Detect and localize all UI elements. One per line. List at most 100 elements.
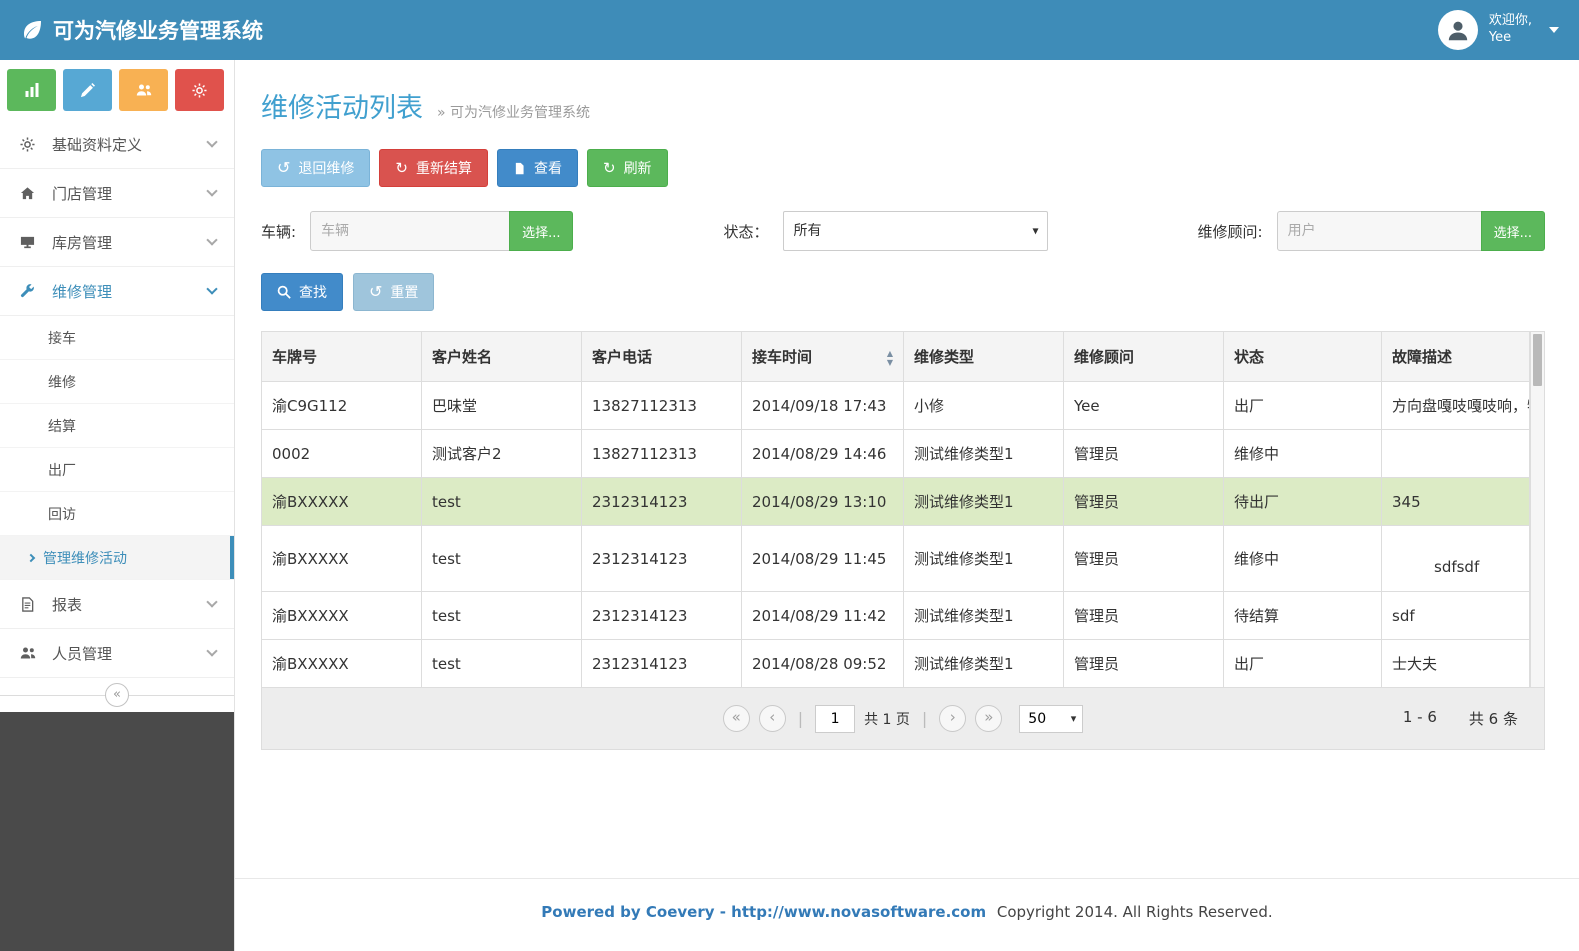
table-cell: 2312314123 xyxy=(582,640,742,688)
view-button[interactable]: 查看 xyxy=(497,149,578,187)
next-page-button[interactable]: › xyxy=(939,705,966,732)
table-cell: 管理员 xyxy=(1064,640,1224,688)
subitem-label: 回访 xyxy=(48,504,76,524)
sidebar-subitem-receive[interactable]: 接车 xyxy=(0,316,234,360)
table-row-selected[interactable]: 渝BXXXXX test 2312314123 2014/08/29 13:10… xyxy=(262,478,1530,526)
sidebar-item-warehouse[interactable]: 库房管理 xyxy=(0,218,234,267)
chevron-down-icon xyxy=(206,136,217,147)
button-label: 刷新 xyxy=(624,158,652,178)
first-page-button[interactable]: « xyxy=(723,705,750,732)
column-label: 客户姓名 xyxy=(432,348,492,366)
gear-icon xyxy=(192,83,207,98)
status-select[interactable]: 所有 xyxy=(783,211,1048,251)
table-cell: test xyxy=(422,640,582,688)
table-row[interactable]: 渝BXXXXX test 2312314123 2014/08/28 09:52… xyxy=(262,640,1530,688)
avatar[interactable] xyxy=(1438,10,1478,50)
sidebar-item-reports[interactable]: 报表 xyxy=(0,580,234,629)
table-cell: 测试维修类型1 xyxy=(904,592,1064,640)
pager-separator: | xyxy=(922,709,927,728)
table-cell: sdfsdf xyxy=(1382,526,1530,592)
prev-page-button[interactable]: ‹ xyxy=(759,705,786,732)
table-row[interactable]: 0002 测试客户2 13827112313 2014/08/29 14:46 … xyxy=(262,430,1530,478)
sidebar-subitem-repair[interactable]: 维修 xyxy=(0,360,234,404)
advisor-label: 维修顾问: xyxy=(1198,221,1263,242)
scrollbar-thumb[interactable] xyxy=(1533,334,1542,386)
page-size-select[interactable]: 50 xyxy=(1019,705,1083,733)
subitem-label: 管理维修活动 xyxy=(43,548,127,568)
quick-button-edit[interactable] xyxy=(63,69,112,111)
sidebar-item-stores[interactable]: 门店管理 xyxy=(0,169,234,218)
repair-submenu: 接车 维修 结算 出厂 回访 管理维修活动 xyxy=(0,316,234,580)
table-cell: 测试维修类型1 xyxy=(904,478,1064,526)
home-icon xyxy=(20,186,39,201)
vehicle-input[interactable] xyxy=(310,211,510,251)
table-cell: test xyxy=(422,592,582,640)
advisor-select-button[interactable]: 选择... xyxy=(1481,211,1545,251)
sidebar-subitem-settle[interactable]: 结算 xyxy=(0,404,234,448)
quick-button-users[interactable] xyxy=(119,69,168,111)
username: Yee xyxy=(1489,30,1532,47)
table-cell: 出厂 xyxy=(1224,382,1382,430)
column-header-repair-type[interactable]: 维修类型 xyxy=(904,332,1064,382)
table-cell: 测试客户2 xyxy=(422,430,582,478)
column-label: 状态 xyxy=(1234,348,1264,366)
column-header-status[interactable]: 状态 xyxy=(1224,332,1382,382)
last-page-button[interactable]: » xyxy=(975,705,1002,732)
table-cell: 方向盘嘎吱嘎吱响，特 xyxy=(1382,382,1530,430)
find-button[interactable]: 查找 xyxy=(261,273,343,311)
return-repair-button[interactable]: 退回维修 xyxy=(261,149,370,187)
users-icon xyxy=(20,645,39,661)
refresh-button[interactable]: 刷新 xyxy=(587,149,668,187)
sidebar-item-basic-data[interactable]: 基础资料定义 xyxy=(0,120,234,169)
table-cell: 渝BXXXXX xyxy=(262,478,422,526)
button-label: 查找 xyxy=(299,282,327,302)
repair-activities-table: 车牌号 客户姓名 客户电话 接车时间 维修类型 维修顾问 xyxy=(261,331,1530,688)
table-cell: 渝BXXXXX xyxy=(262,526,422,592)
resettle-button[interactable]: 重新结算 xyxy=(379,149,488,187)
quick-button-settings[interactable] xyxy=(175,69,224,111)
table-cell: 2014/08/29 11:45 xyxy=(742,526,904,592)
column-header-customer-name[interactable]: 客户姓名 xyxy=(422,332,582,382)
sidebar-collapse-button[interactable]: « xyxy=(105,683,129,707)
sidebar-subitem-manage-activities[interactable]: 管理维修活动 xyxy=(0,536,234,580)
vehicle-select-button[interactable]: 选择... xyxy=(509,211,573,251)
chevron-down-icon[interactable] xyxy=(1549,27,1559,33)
sidebar-collapse-row: « xyxy=(0,678,234,712)
reset-button[interactable]: 重置 xyxy=(353,273,434,311)
column-header-phone[interactable]: 客户电话 xyxy=(582,332,742,382)
gear-icon xyxy=(20,137,39,152)
column-label: 接车时间 xyxy=(752,346,812,367)
table-cell: 345 xyxy=(1382,478,1530,526)
advisor-input[interactable] xyxy=(1277,211,1482,251)
sidebar-subitem-follow-up[interactable]: 回访 xyxy=(0,492,234,536)
column-header-advisor[interactable]: 维修顾问 xyxy=(1064,332,1224,382)
column-label: 维修类型 xyxy=(914,348,974,366)
sort-icon[interactable] xyxy=(887,348,893,366)
sidebar-item-personnel[interactable]: 人员管理 xyxy=(0,629,234,678)
main-area: 维修活动列表 » 可为汽修业务管理系统 退回维修 重新结算 查看 xyxy=(235,60,1579,951)
table-cell: 2014/08/29 14:46 xyxy=(742,430,904,478)
table-row[interactable]: 渝BXXXXX test 2312314123 2014/08/29 11:42… xyxy=(262,592,1530,640)
button-label: 查看 xyxy=(534,158,562,178)
table-cell: 小修 xyxy=(904,382,1064,430)
column-header-plate[interactable]: 车牌号 xyxy=(262,332,422,382)
sidebar-item-repair[interactable]: 维修管理 xyxy=(0,267,234,316)
subitem-label: 维修 xyxy=(48,372,76,392)
user-menu[interactable]: 欢迎你, Yee xyxy=(1438,10,1559,50)
vehicle-label: 车辆: xyxy=(261,221,296,242)
quick-buttons-row xyxy=(0,60,234,120)
table-row[interactable]: 渝C9G112 巴味堂 13827112313 2014/09/18 17:43… xyxy=(262,382,1530,430)
chevron-down-icon xyxy=(206,596,217,607)
quick-button-stats[interactable] xyxy=(7,69,56,111)
table-row[interactable]: 渝BXXXXX test 2312314123 2014/08/29 11:45… xyxy=(262,526,1530,592)
sidebar-subitem-factory-out[interactable]: 出厂 xyxy=(0,448,234,492)
page-number-input[interactable] xyxy=(815,705,855,733)
chevron-right-icon xyxy=(27,553,35,561)
column-header-receive-time[interactable]: 接车时间 xyxy=(742,332,904,382)
vertical-scrollbar[interactable] xyxy=(1530,331,1545,688)
status-label: 状态： xyxy=(723,221,768,242)
menu-item-label: 门店管理 xyxy=(52,183,112,204)
powered-by-link[interactable]: Powered by Coevery - http://www.novasoft… xyxy=(541,903,986,921)
column-header-fault-desc[interactable]: 故障描述 xyxy=(1382,332,1530,382)
desktop-icon xyxy=(20,235,39,250)
